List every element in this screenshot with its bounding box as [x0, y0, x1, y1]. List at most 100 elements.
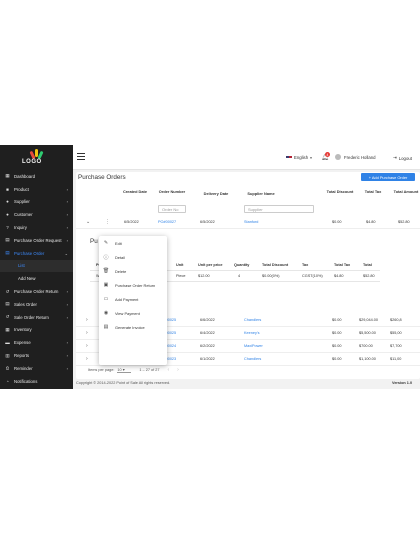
cell-amount: $52.80	[398, 220, 410, 224]
logout-button[interactable]: ⇥ Logout	[393, 155, 412, 161]
header-order-number[interactable]: Order Number	[158, 189, 186, 194]
sidebar-subitem-list[interactable]: List	[0, 259, 73, 273]
menu-item-label: Edit	[115, 240, 122, 246]
menu-item-view-payment[interactable]: ◉ View Payment	[99, 306, 167, 320]
menu-item-generate-invoice[interactable]: ▤ Generate Invoice	[99, 320, 167, 334]
sidebar-item-sales-order[interactable]: ▤ Sales Order ›	[0, 298, 73, 311]
cell-amount: $55,00	[390, 331, 402, 335]
sidebar-nav: ▦ Dashboard ■ Product › ● Supplier › ● Custome…	[0, 170, 73, 388]
chevron-right-icon[interactable]: ›	[86, 356, 88, 362]
detail-header-total: Total	[363, 263, 372, 267]
delete-icon: 🗑︎	[102, 268, 110, 274]
reminder-icon: ⏲	[5, 365, 10, 371]
header-total-amount[interactable]: Total Amount	[392, 189, 420, 194]
sidebar-item-reports[interactable]: ▥ Reports ›	[0, 349, 73, 362]
sidebar-item-product[interactable]: ■ Product ›	[0, 183, 73, 196]
chevron-right-icon: ›	[66, 237, 68, 243]
page-size-select[interactable]: 10 ▾	[117, 367, 132, 373]
cell-tax: $700.00	[359, 344, 373, 348]
sidebar-item-purchase-order-request[interactable]: ▤ Purchase Order Request ›	[0, 234, 73, 247]
sidebar-item-notifications[interactable]: ◔ Notifications	[0, 375, 73, 388]
more-vertical-icon[interactable]: ⋮	[105, 219, 110, 225]
menu-item-purchase-order-return[interactable]: ▣ Purchase Order Return	[99, 278, 167, 292]
cell-tax: $29,044.00	[359, 318, 379, 322]
chevron-right-icon: ›	[66, 365, 68, 371]
cell-discount: $0.00	[332, 344, 342, 348]
app-frame: LOGO ▦ Dashboard ■ Product › ● Supplier › ● Cu…	[0, 145, 420, 389]
cell-supplier-link[interactable]: Stanford	[244, 220, 258, 224]
cell-amount: $260,8	[390, 318, 402, 322]
sidebar-item-label: Purchase Order Request	[14, 237, 62, 243]
sidebar-item-sale-order-return[interactable]: ↺ Sale Order Return ›	[0, 311, 73, 324]
us-flag-icon	[286, 155, 292, 160]
avatar	[335, 154, 341, 160]
menu-item-delete[interactable]: 🗑︎ Delete	[99, 264, 167, 278]
chevron-right-icon: ›	[66, 225, 68, 231]
cell-discount: $0.00	[332, 318, 342, 322]
expense-icon: ▬	[5, 340, 10, 346]
sidebar-item-reminder[interactable]: ⏲ Reminder ›	[0, 362, 73, 375]
header-created-date[interactable]: Created Date	[121, 189, 149, 194]
sidebar: LOGO ▦ Dashboard ■ Product › ● Supplier › ● Cu…	[0, 145, 73, 389]
cell-supplier-link[interactable]: MaxiPower	[244, 344, 263, 348]
header-supplier-name[interactable]: Supplier Name	[241, 191, 281, 196]
cell-supplier-link[interactable]: Chandlers	[244, 318, 261, 322]
table-row[interactable]: ⌄ ⋮ 6/5/2022 PO#00027 6/5/2022 Stanford …	[76, 216, 420, 229]
cell-delivery: 6/4/2022	[200, 331, 215, 335]
detail-header-tax: Tax	[302, 263, 309, 267]
add-purchase-order-button[interactable]: + Add Purchase Order	[361, 173, 415, 181]
cell-discount: $0.00	[332, 331, 342, 335]
menu-item-add-payment[interactable]: ▭ Add Payment	[99, 292, 167, 306]
logout-label: Logout	[398, 155, 412, 161]
header-total-discount[interactable]: Total Discount	[326, 189, 354, 194]
paginator: Items per page: 10 ▾ 1 – 27 of 27 ‹ ›	[88, 367, 179, 373]
header-delivery-date[interactable]: Delivery Date	[198, 191, 234, 196]
sidebar-item-label: Sales Order	[14, 301, 37, 307]
hamburger-menu-icon[interactable]	[77, 153, 85, 160]
request-icon: ▤	[5, 237, 10, 243]
detail-cell-unit: Piece	[176, 274, 186, 278]
cell-tax: $4.80	[366, 220, 376, 224]
sidebar-item-supplier[interactable]: ● Supplier ›	[0, 196, 73, 209]
chevron-right-icon: ›	[66, 314, 68, 320]
items-per-page-label: Items per page:	[88, 368, 115, 372]
chevron-right-icon[interactable]: ›	[86, 317, 88, 323]
chevron-right-icon[interactable]: ›	[86, 330, 88, 336]
sidebar-item-customer[interactable]: ● Customer ›	[0, 208, 73, 221]
previous-page-icon[interactable]: ‹	[167, 367, 169, 373]
menu-item-detail[interactable]: ⓘ Detail	[99, 250, 167, 264]
info-icon: ⓘ	[103, 254, 109, 261]
supplier-icon: ●	[6, 199, 9, 205]
menu-item-edit[interactable]: ✎ Edit	[99, 236, 167, 250]
detail-header-quantity: Quantity	[234, 263, 250, 267]
chevron-down-icon[interactable]: ⌄	[86, 219, 90, 225]
sidebar-item-label: Purchase Order	[14, 250, 45, 256]
sidebar-item-dashboard[interactable]: ▦ Dashboard	[0, 170, 73, 183]
cell-order-link[interactable]: PO#00027	[158, 220, 176, 224]
cell-supplier-link[interactable]: Keeney's	[244, 331, 260, 335]
sidebar-item-purchase-order-return[interactable]: ↺ Purchase Order Return ›	[0, 285, 73, 298]
chevron-right-icon[interactable]: ›	[86, 343, 88, 349]
sidebar-item-inventory[interactable]: ▦ Inventory	[0, 324, 73, 337]
return-icon: ↺	[5, 288, 10, 294]
language-selector[interactable]: English ▾	[286, 155, 312, 160]
topbar: English ▾ 🔔︎ 4 Frederic Holland ⇥ Logout	[73, 145, 420, 170]
sidebar-item-label: Customer	[14, 212, 33, 218]
user-menu[interactable]: Frederic Holland	[335, 154, 376, 160]
edit-icon: ✎	[103, 240, 109, 246]
sidebar-item-inquiry[interactable]: ? Inquiry ›	[0, 221, 73, 234]
chevron-right-icon: ›	[66, 186, 68, 192]
sidebar-item-expense[interactable]: ▬ Expense ›	[0, 336, 73, 349]
sidebar-item-purchase-order[interactable]: ▤ Purchase Order ⌄	[0, 247, 73, 260]
menu-item-label: Detail	[115, 254, 125, 260]
page-title: Purchase Orders	[78, 174, 126, 181]
chevron-right-icon: ›	[66, 199, 68, 205]
order-number-filter-input[interactable]: Order No	[158, 205, 186, 213]
next-page-icon[interactable]: ›	[177, 367, 179, 373]
sidebar-subitem-add-new[interactable]: Add New	[0, 272, 73, 285]
sidebar-item-label: Add New	[18, 276, 36, 282]
header-total-tax[interactable]: Total Tax	[362, 189, 384, 194]
copyright-text: Copyright © 2014-2022 Point of Sale All …	[76, 381, 171, 385]
cell-supplier-link[interactable]: Chandlers	[244, 357, 261, 361]
supplier-filter-input[interactable]: Supplier	[244, 205, 314, 213]
